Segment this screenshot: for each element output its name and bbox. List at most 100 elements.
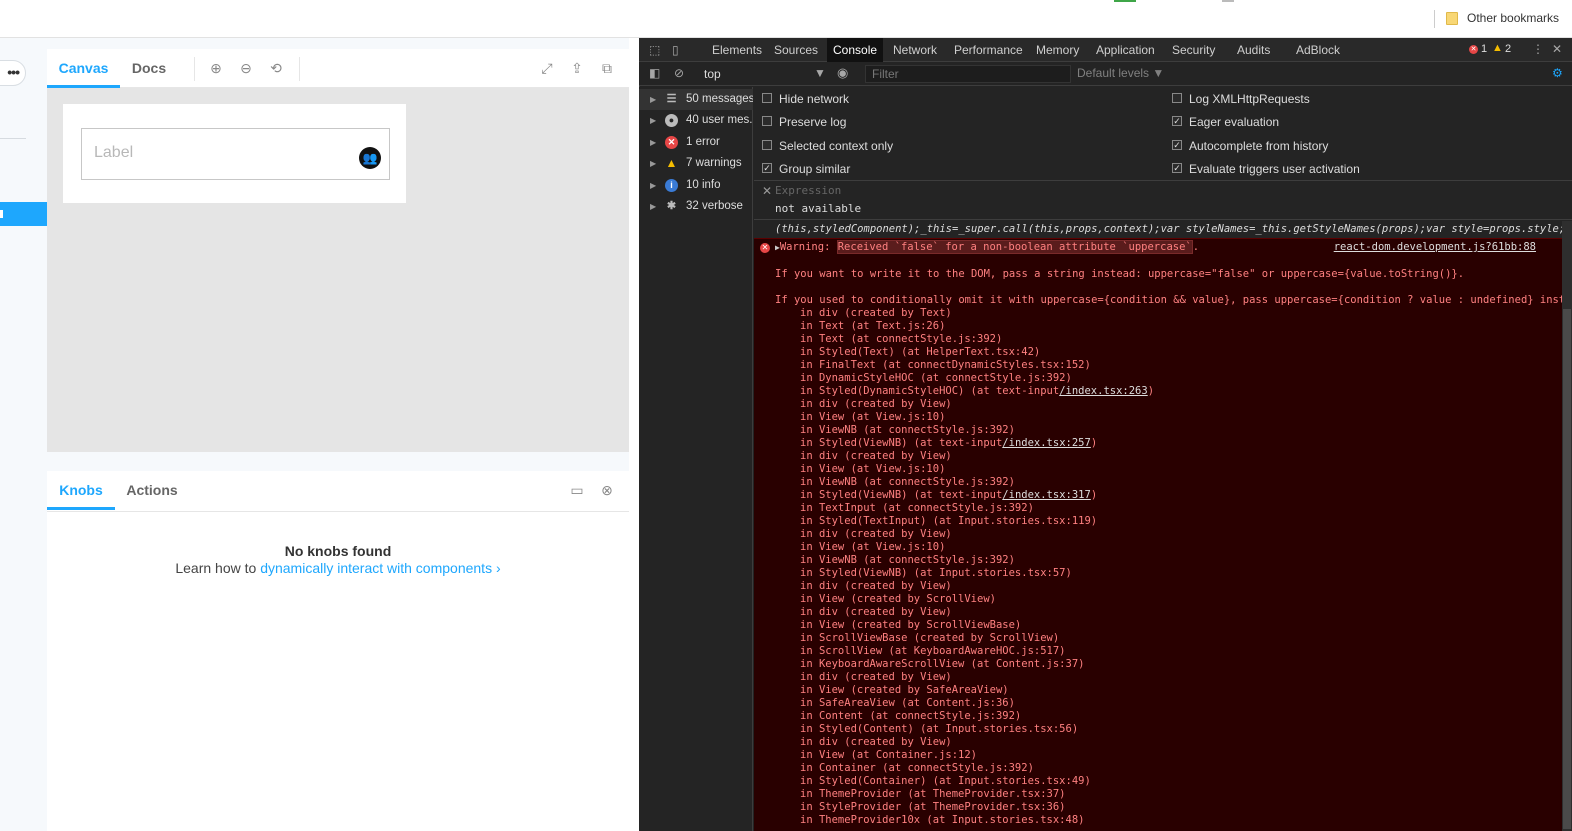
stack-line: in Styled(ViewNB) (at text-input/index.t… bbox=[800, 437, 1098, 449]
stack-line: in View (at View.js:10) bbox=[800, 463, 946, 475]
sidebar-item-messages[interactable]: ▶ ☰ 50 messages bbox=[639, 89, 753, 110]
device-toolbar-icon[interactable]: ▯ bbox=[672, 43, 679, 57]
clear-console-icon[interactable]: ⊘ bbox=[674, 66, 684, 80]
tab-docs[interactable]: Docs bbox=[120, 49, 178, 88]
sidebar-item-info[interactable]: ▶ i 10 info bbox=[639, 175, 753, 196]
panel-position-icon[interactable]: ▭ bbox=[568, 481, 586, 499]
checkbox[interactable] bbox=[1172, 93, 1182, 103]
sidebar-item-verbose[interactable]: ▶ ✱ 32 verbose bbox=[639, 196, 753, 217]
expression-value: not available bbox=[775, 202, 862, 215]
label-input[interactable]: Label 👥 bbox=[81, 128, 390, 180]
stack-line: in ScrollViewBase (created by ScrollView… bbox=[800, 632, 1060, 644]
evaluate-triggers-checkbox[interactable]: ✓ Evaluate triggers user activation bbox=[1172, 161, 1360, 177]
component-stack: in div (created by Text) in Text (at Text… bbox=[800, 307, 1154, 827]
preserve-log-checkbox[interactable]: Preserve log bbox=[762, 114, 846, 130]
autocomplete-checkbox[interactable]: ✓ Autocomplete from history bbox=[1172, 138, 1328, 154]
stack-line: in ViewNB (at connectStyle.js:392) bbox=[800, 554, 1015, 566]
source-link[interactable]: /index.tsx:263 bbox=[1059, 385, 1148, 397]
tab-application[interactable]: Application bbox=[1090, 38, 1161, 62]
group-similar-checkbox[interactable]: ✓ Group similar bbox=[762, 161, 850, 177]
stack-line: in StyleProvider (at ThemeProvider.tsx:3… bbox=[800, 801, 1066, 813]
more-menu-button[interactable]: ••• bbox=[0, 60, 26, 86]
tab-canvas[interactable]: Canvas bbox=[47, 49, 120, 88]
gear-icon[interactable]: ⚙ bbox=[1552, 66, 1563, 80]
tab-network[interactable]: Network bbox=[887, 38, 943, 62]
checkmark-icon[interactable]: ✓ bbox=[1172, 140, 1182, 150]
knobs-panel: No knobs found Learn how to dynamically … bbox=[47, 512, 629, 831]
sidebar-toggle-icon[interactable]: ◧ bbox=[649, 66, 660, 80]
levels-select[interactable]: Default levels ▼ bbox=[1077, 66, 1164, 80]
share-icon[interactable]: ⇪ bbox=[568, 59, 586, 77]
tab-audits[interactable]: Audits bbox=[1231, 38, 1276, 62]
scrollbar[interactable] bbox=[1562, 221, 1572, 831]
stack-line: in Container (at connectStyle.js:392) bbox=[800, 762, 1034, 774]
error-count[interactable]: 1 bbox=[1481, 43, 1487, 55]
kebab-menu-icon[interactable]: ⋮ bbox=[1532, 42, 1544, 56]
tab-actions[interactable]: Actions bbox=[115, 471, 189, 510]
sidebar-item-warnings[interactable]: ▶ ▲ 7 warnings bbox=[639, 153, 753, 174]
tab-elements[interactable]: Elements bbox=[706, 38, 768, 62]
stack-line: in View (at View.js:10) bbox=[800, 411, 946, 423]
sidebar-item-selected[interactable] bbox=[0, 202, 47, 226]
source-link[interactable]: /index.tsx:317 bbox=[1002, 489, 1091, 501]
checkbox[interactable] bbox=[762, 93, 772, 103]
tab-performance[interactable]: Performance bbox=[948, 38, 1029, 62]
expression-input[interactable]: Expression bbox=[775, 184, 841, 197]
tab-security[interactable]: Security bbox=[1166, 38, 1221, 62]
close-panel-icon[interactable]: ⊗ bbox=[598, 481, 616, 499]
tab-sources[interactable]: Sources bbox=[768, 38, 824, 62]
stack-line: in Styled(TextInput) (at Input.stories.t… bbox=[800, 515, 1098, 527]
error-headline[interactable]: ▶Warning: Received `false` for a non-boo… bbox=[775, 240, 1199, 254]
list-icon: ☰ bbox=[666, 93, 677, 105]
checkbox[interactable] bbox=[762, 140, 772, 150]
stack-line: in div (created by Text) bbox=[800, 307, 952, 319]
tab-adblock[interactable]: AdBlock bbox=[1290, 38, 1346, 62]
context-select[interactable]: top bbox=[700, 64, 822, 84]
warning-badge-icon: ▲ bbox=[1492, 42, 1503, 54]
sidebar-item-errors[interactable]: ▶ ✕ 1 error bbox=[639, 132, 753, 153]
error-paragraph: If you used to conditionally omit it wit… bbox=[775, 294, 1562, 306]
checkbox[interactable] bbox=[762, 116, 772, 126]
checkmark-icon[interactable]: ✓ bbox=[1172, 163, 1182, 173]
other-bookmarks-button[interactable]: Other bookmarks bbox=[1467, 11, 1559, 25]
eager-eval-checkbox[interactable]: ✓ Eager evaluation bbox=[1172, 114, 1279, 130]
stack-line: in View (created by SafeAreaView) bbox=[800, 684, 1009, 696]
stack-line: in ThemeProvider10x (at Input.stories.ts… bbox=[800, 814, 1085, 826]
zoom-in-icon[interactable]: ⊕ bbox=[207, 59, 225, 77]
stack-line: in Styled(Content) (at Input.stories.tsx… bbox=[800, 723, 1079, 735]
source-link[interactable]: react-dom.development.js?61bb:88 bbox=[1334, 241, 1536, 253]
log-xhr-checkbox[interactable]: Log XMLHttpRequests bbox=[1172, 91, 1310, 107]
docs-link[interactable]: dynamically interact with components bbox=[260, 560, 492, 576]
inspect-icon[interactable]: ⬚ bbox=[649, 43, 660, 57]
filter-input[interactable]: Filter bbox=[865, 65, 1071, 83]
stack-line: in FinalText (at connectDynamicStyles.ts… bbox=[800, 359, 1091, 371]
selected-context-checkbox[interactable]: Selected context only bbox=[762, 138, 893, 154]
stack-line: in div (created by View) bbox=[800, 580, 952, 592]
stack-line: in Text (at connectStyle.js:392) bbox=[800, 333, 1003, 345]
folder-icon bbox=[1446, 12, 1458, 25]
remove-expression-icon[interactable]: ✕ bbox=[762, 184, 772, 198]
tab-knobs[interactable]: Knobs bbox=[47, 471, 115, 510]
checkmark-icon[interactable]: ✓ bbox=[1172, 116, 1182, 126]
stack-line: in div (created by View) bbox=[800, 736, 952, 748]
zoom-reset-icon[interactable]: ⟲ bbox=[267, 59, 285, 77]
warning-count[interactable]: 2 bbox=[1505, 43, 1511, 55]
sidebar-item-user-messages[interactable]: ▶ ● 40 user mes... bbox=[639, 110, 753, 131]
eye-icon[interactable]: ◉ bbox=[837, 65, 848, 81]
hide-network-checkbox[interactable]: Hide network bbox=[762, 91, 849, 107]
info-icon: i bbox=[665, 179, 678, 192]
checkmark-icon[interactable]: ✓ bbox=[762, 163, 772, 173]
zoom-out-icon[interactable]: ⊖ bbox=[237, 59, 255, 77]
scrollbar-thumb[interactable] bbox=[1563, 309, 1571, 829]
fullscreen-icon[interactable]: ⤢ bbox=[538, 59, 556, 77]
stack-line: in KeyboardAwareScrollView (at Content.j… bbox=[800, 658, 1085, 670]
tab-console[interactable]: Console bbox=[827, 38, 884, 62]
addons-tabbar: Knobs Actions ▭ ⊗ bbox=[47, 471, 629, 512]
tab-indicator bbox=[1114, 0, 1136, 2]
stack-line: in View (created by ScrollViewBase) bbox=[800, 619, 1022, 631]
tab-memory[interactable]: Memory bbox=[1030, 38, 1085, 62]
source-link[interactable]: /index.tsx:257 bbox=[1002, 437, 1091, 449]
close-icon[interactable]: ✕ bbox=[1552, 42, 1562, 56]
copy-icon[interactable]: ⧉ bbox=[598, 59, 616, 77]
stack-line: in View (created by ScrollView) bbox=[800, 593, 996, 605]
